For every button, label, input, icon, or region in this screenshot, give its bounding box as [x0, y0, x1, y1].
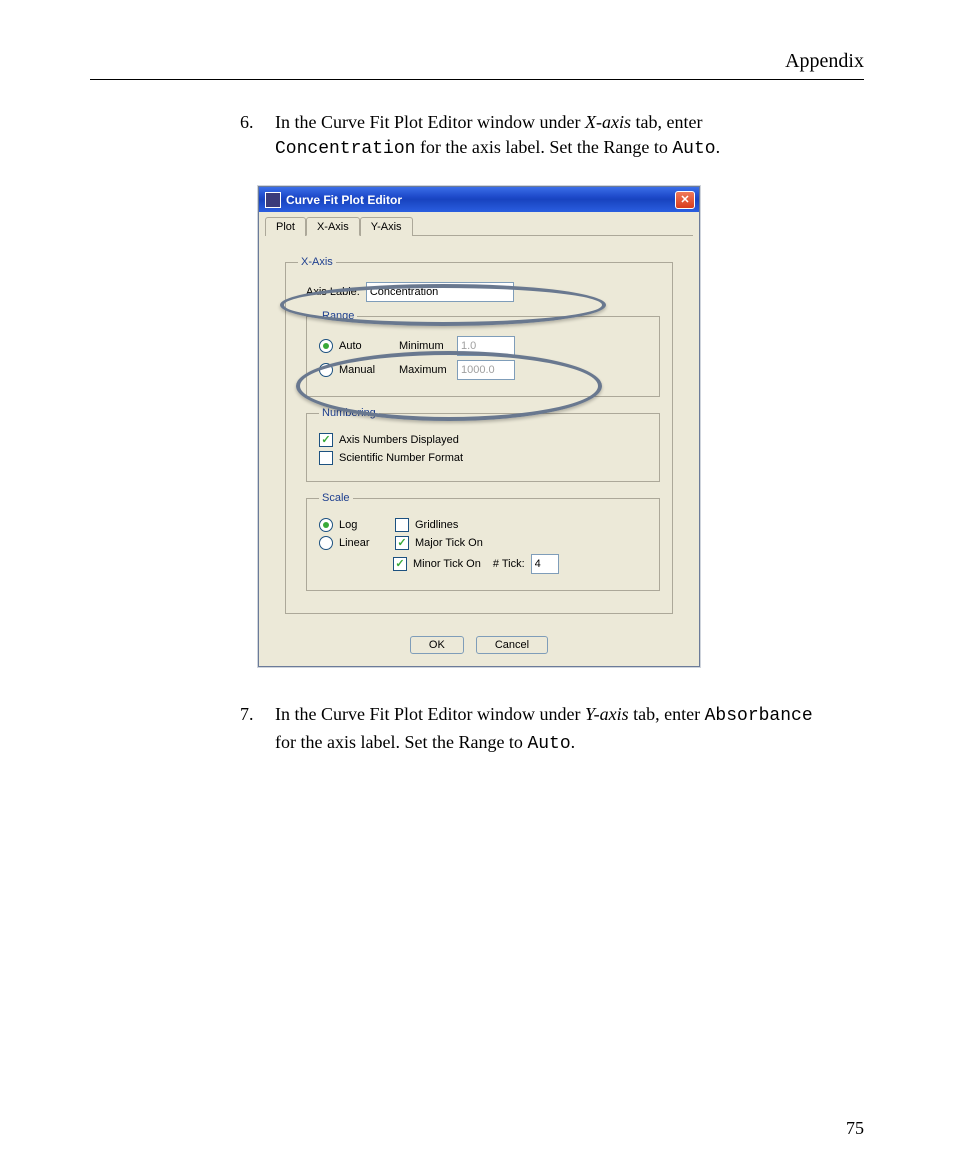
check-axis-numbers[interactable]: ✓ — [319, 433, 333, 447]
text: . — [716, 137, 721, 157]
step-number: 6. — [240, 110, 275, 162]
check-axis-numbers-label: Axis Numbers Displayed — [339, 434, 459, 446]
group-legend: Scale — [319, 492, 353, 504]
check-minor-tick[interactable]: ✓ — [393, 557, 407, 571]
ok-button[interactable]: OK — [410, 636, 464, 654]
instruction-step-7: 7. In the Curve Fit Plot Editor window u… — [240, 702, 824, 756]
tab-plot[interactable]: Plot — [265, 217, 306, 236]
radio-manual[interactable] — [319, 363, 333, 377]
group-legend: Numbering — [319, 407, 379, 419]
check-major-tick[interactable]: ✓ — [395, 536, 409, 550]
text-mono: Auto — [672, 139, 715, 159]
page-header: Appendix — [90, 50, 864, 80]
tab-strip: Plot X-Axis Y-Axis — [265, 216, 693, 236]
minimum-input — [457, 336, 515, 356]
text: . — [571, 732, 576, 752]
text: In the Curve Fit Plot Editor window unde… — [275, 112, 585, 132]
text-italic: X-axis — [585, 112, 631, 132]
text-mono: Auto — [527, 734, 570, 754]
group-legend: X-Axis — [298, 256, 336, 268]
step-text: In the Curve Fit Plot Editor window unde… — [275, 110, 824, 162]
text: tab, enter — [629, 704, 705, 724]
text: tab, enter — [631, 112, 702, 132]
maximum-input — [457, 360, 515, 380]
axis-label-input[interactable] — [366, 282, 514, 302]
close-icon[interactable]: ✕ — [675, 191, 695, 209]
tick-count-label: # Tick: — [493, 558, 525, 570]
group-legend: Range — [319, 310, 357, 322]
text: for the axis label. Set the Range to — [275, 732, 527, 752]
text-mono: Absorbance — [705, 706, 813, 726]
check-sci-format-label: Scientific Number Format — [339, 452, 463, 464]
tab-x-axis[interactable]: X-Axis — [306, 217, 360, 236]
check-major-tick-label: Major Tick On — [415, 537, 483, 549]
maximum-label: Maximum — [399, 364, 451, 376]
group-numbering: Numbering ✓ Axis Numbers Displayed Scien… — [306, 407, 660, 482]
check-minor-tick-label: Minor Tick On — [413, 558, 481, 570]
instruction-step-6: 6. In the Curve Fit Plot Editor window u… — [240, 110, 824, 162]
cancel-button[interactable]: Cancel — [476, 636, 548, 654]
radio-auto-label: Auto — [339, 340, 393, 352]
radio-linear-label: Linear — [339, 537, 389, 549]
text-italic: Y-axis — [585, 704, 629, 724]
tick-count-input[interactable] — [531, 554, 559, 574]
dialog-window: Curve Fit Plot Editor ✕ Plot X-Axis Y-Ax… — [258, 186, 700, 667]
check-gridlines-label: Gridlines — [415, 519, 458, 531]
group-scale: Scale Log Gridlines Linear ✓ Major Tick … — [306, 492, 660, 591]
text: In the Curve Fit Plot Editor window unde… — [275, 704, 585, 724]
window-title: Curve Fit Plot Editor — [286, 193, 402, 207]
minimum-label: Minimum — [399, 340, 451, 352]
app-icon — [265, 192, 281, 208]
text: for the axis label. Set the Range to — [415, 137, 672, 157]
step-text: In the Curve Fit Plot Editor window unde… — [275, 702, 824, 756]
radio-manual-label: Manual — [339, 364, 393, 376]
radio-auto[interactable] — [319, 339, 333, 353]
page-number: 75 — [846, 1118, 864, 1139]
check-sci-format[interactable] — [319, 451, 333, 465]
tab-y-axis[interactable]: Y-Axis — [360, 217, 413, 236]
radio-linear[interactable] — [319, 536, 333, 550]
group-x-axis: X-Axis Axis Lable: Range Auto Minimum — [285, 256, 673, 614]
step-number: 7. — [240, 702, 275, 756]
titlebar[interactable]: Curve Fit Plot Editor ✕ — [259, 187, 699, 212]
group-range: Range Auto Minimum Manual Maximum — [306, 310, 660, 397]
radio-log[interactable] — [319, 518, 333, 532]
check-gridlines[interactable] — [395, 518, 409, 532]
text-mono: Concentration — [275, 139, 415, 159]
radio-log-label: Log — [339, 519, 389, 531]
axis-label-label: Axis Lable: — [306, 286, 360, 298]
